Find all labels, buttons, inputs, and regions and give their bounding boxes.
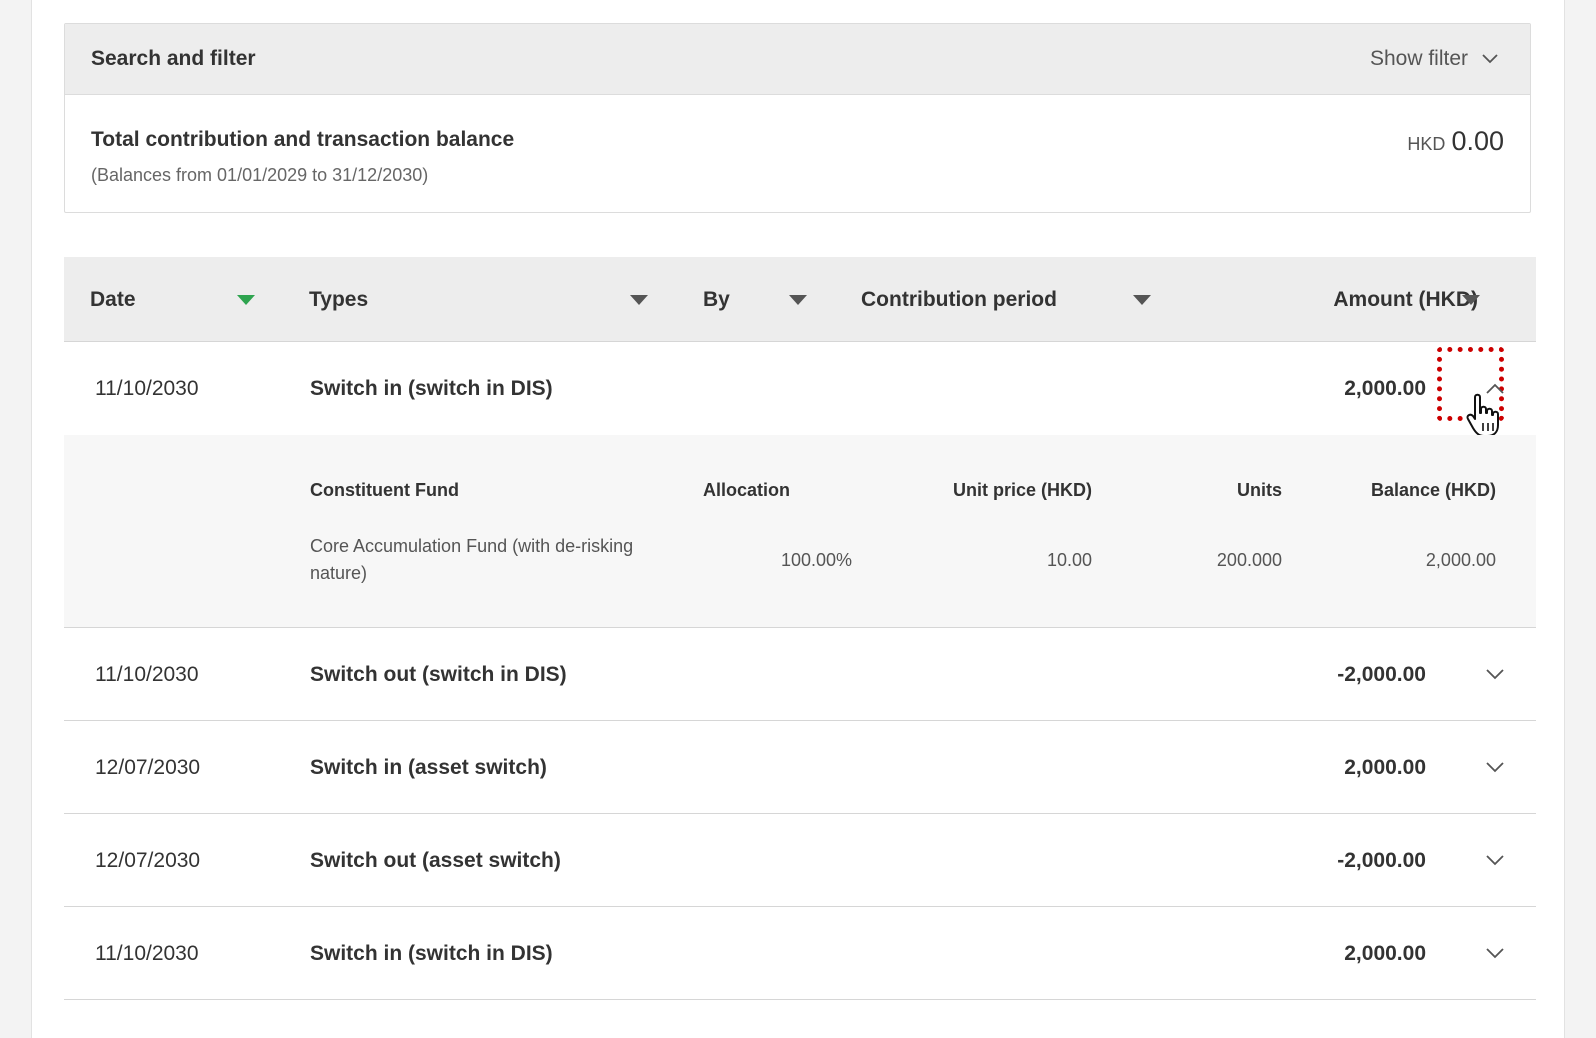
row-detail-panel: Constituent Fund Allocation Unit price (… xyxy=(64,435,1536,628)
balance-date-range: (Balances from 01/01/2029 to 31/12/2030) xyxy=(91,165,429,185)
detail-fund-name-line1: Core Accumulation Fund (with de-risking xyxy=(310,536,634,556)
row-amount: -2,000.00 xyxy=(1337,662,1426,686)
chevron-down-icon[interactable] xyxy=(1486,944,1504,962)
row-amount: -2,000.00 xyxy=(1337,848,1426,872)
row-amount: 2,000.00 xyxy=(1344,755,1426,779)
detail-header-allocation: Allocation xyxy=(703,480,791,500)
table-row[interactable]: 11/10/2030 Switch out (switch in DIS) -2… xyxy=(64,628,1536,721)
row-type: Switch in (switch in DIS) xyxy=(310,941,553,965)
header-date[interactable]: Date xyxy=(90,257,136,342)
row-type: Switch in (switch in DIS) xyxy=(310,376,553,400)
detail-header-balance: Balance (HKD) xyxy=(1370,480,1496,500)
row-date: 12/07/2030 xyxy=(95,755,201,779)
table-row[interactable]: 11/10/2030 Switch in (switch in DIS) 2,0… xyxy=(64,342,1536,437)
sort-period-caret-icon[interactable] xyxy=(1133,295,1151,305)
table-header: Date Types By Contribution period Amount… xyxy=(64,257,1536,342)
chevron-down-icon[interactable] xyxy=(1486,851,1504,869)
detail-header-units: Units xyxy=(1237,480,1282,500)
transactions-table: Date Types By Contribution period Amount… xyxy=(64,257,1536,1000)
row-amount: 2,000.00 xyxy=(1344,376,1426,400)
header-by[interactable]: By xyxy=(703,257,730,342)
detail-balance: 2,000.00 xyxy=(1425,550,1496,570)
sort-amount-caret-icon[interactable] xyxy=(1462,295,1480,305)
row-type: Switch out (asset switch) xyxy=(310,848,561,872)
row-amount: 2,000.00 xyxy=(1344,941,1426,965)
detail-allocation: 100.00% xyxy=(780,550,852,570)
balance-amount: HKD 0.00 xyxy=(1407,126,1504,157)
header-types[interactable]: Types xyxy=(309,257,368,342)
row-type: Switch in (asset switch) xyxy=(310,755,547,779)
show-filter-label: Show filter xyxy=(1369,47,1468,70)
row-date: 11/10/2030 xyxy=(95,941,199,965)
header-amount[interactable]: Amount (HKD) xyxy=(1333,257,1478,342)
filter-header: Search and filter Show filter xyxy=(65,24,1530,95)
search-filter-panel: Search and filter Show filter Total cont… xyxy=(64,23,1531,213)
hand-pointer-icon xyxy=(1466,393,1499,437)
balance-value: 0.00 xyxy=(1451,126,1504,156)
row-type: Switch out (switch in DIS) xyxy=(310,662,567,686)
table-row[interactable]: 11/10/2030 Switch in (switch in DIS) 2,0… xyxy=(64,907,1536,1000)
chevron-down-icon xyxy=(1482,54,1498,64)
sort-types-caret-icon[interactable] xyxy=(630,295,648,305)
detail-header-fund: Constituent Fund xyxy=(310,480,459,500)
chevron-down-icon[interactable] xyxy=(1486,758,1504,776)
page-container: Search and filter Show filter Total cont… xyxy=(31,0,1565,1038)
detail-unit-price: 10.00 xyxy=(1046,550,1092,570)
filter-title: Search and filter xyxy=(91,47,256,70)
detail-units: 200.000 xyxy=(1216,550,1282,570)
content-area: Search and filter Show filter Total cont… xyxy=(64,23,1536,1000)
show-filter-toggle[interactable]: Show filter xyxy=(1370,47,1498,71)
sort-date-caret-icon[interactable] xyxy=(237,295,255,305)
balance-summary: Total contribution and transaction balan… xyxy=(65,95,1530,212)
chevron-down-icon[interactable] xyxy=(1486,665,1504,683)
row-date: 11/10/2030 xyxy=(95,376,199,400)
detail-header-unit-price: Unit price (HKD) xyxy=(953,480,1092,500)
detail-fund-name-line2: nature) xyxy=(310,563,368,583)
sort-by-caret-icon[interactable] xyxy=(789,295,807,305)
row-date: 11/10/2030 xyxy=(95,662,199,686)
header-contribution-period[interactable]: Contribution period xyxy=(861,257,1057,342)
balance-currency: HKD xyxy=(1407,134,1446,154)
table-row[interactable]: 12/07/2030 Switch out (asset switch) -2,… xyxy=(64,814,1536,907)
table-row[interactable]: 12/07/2030 Switch in (asset switch) 2,00… xyxy=(64,721,1536,814)
row-date: 12/07/2030 xyxy=(95,848,201,872)
balance-title: Total contribution and transaction balan… xyxy=(91,128,515,151)
